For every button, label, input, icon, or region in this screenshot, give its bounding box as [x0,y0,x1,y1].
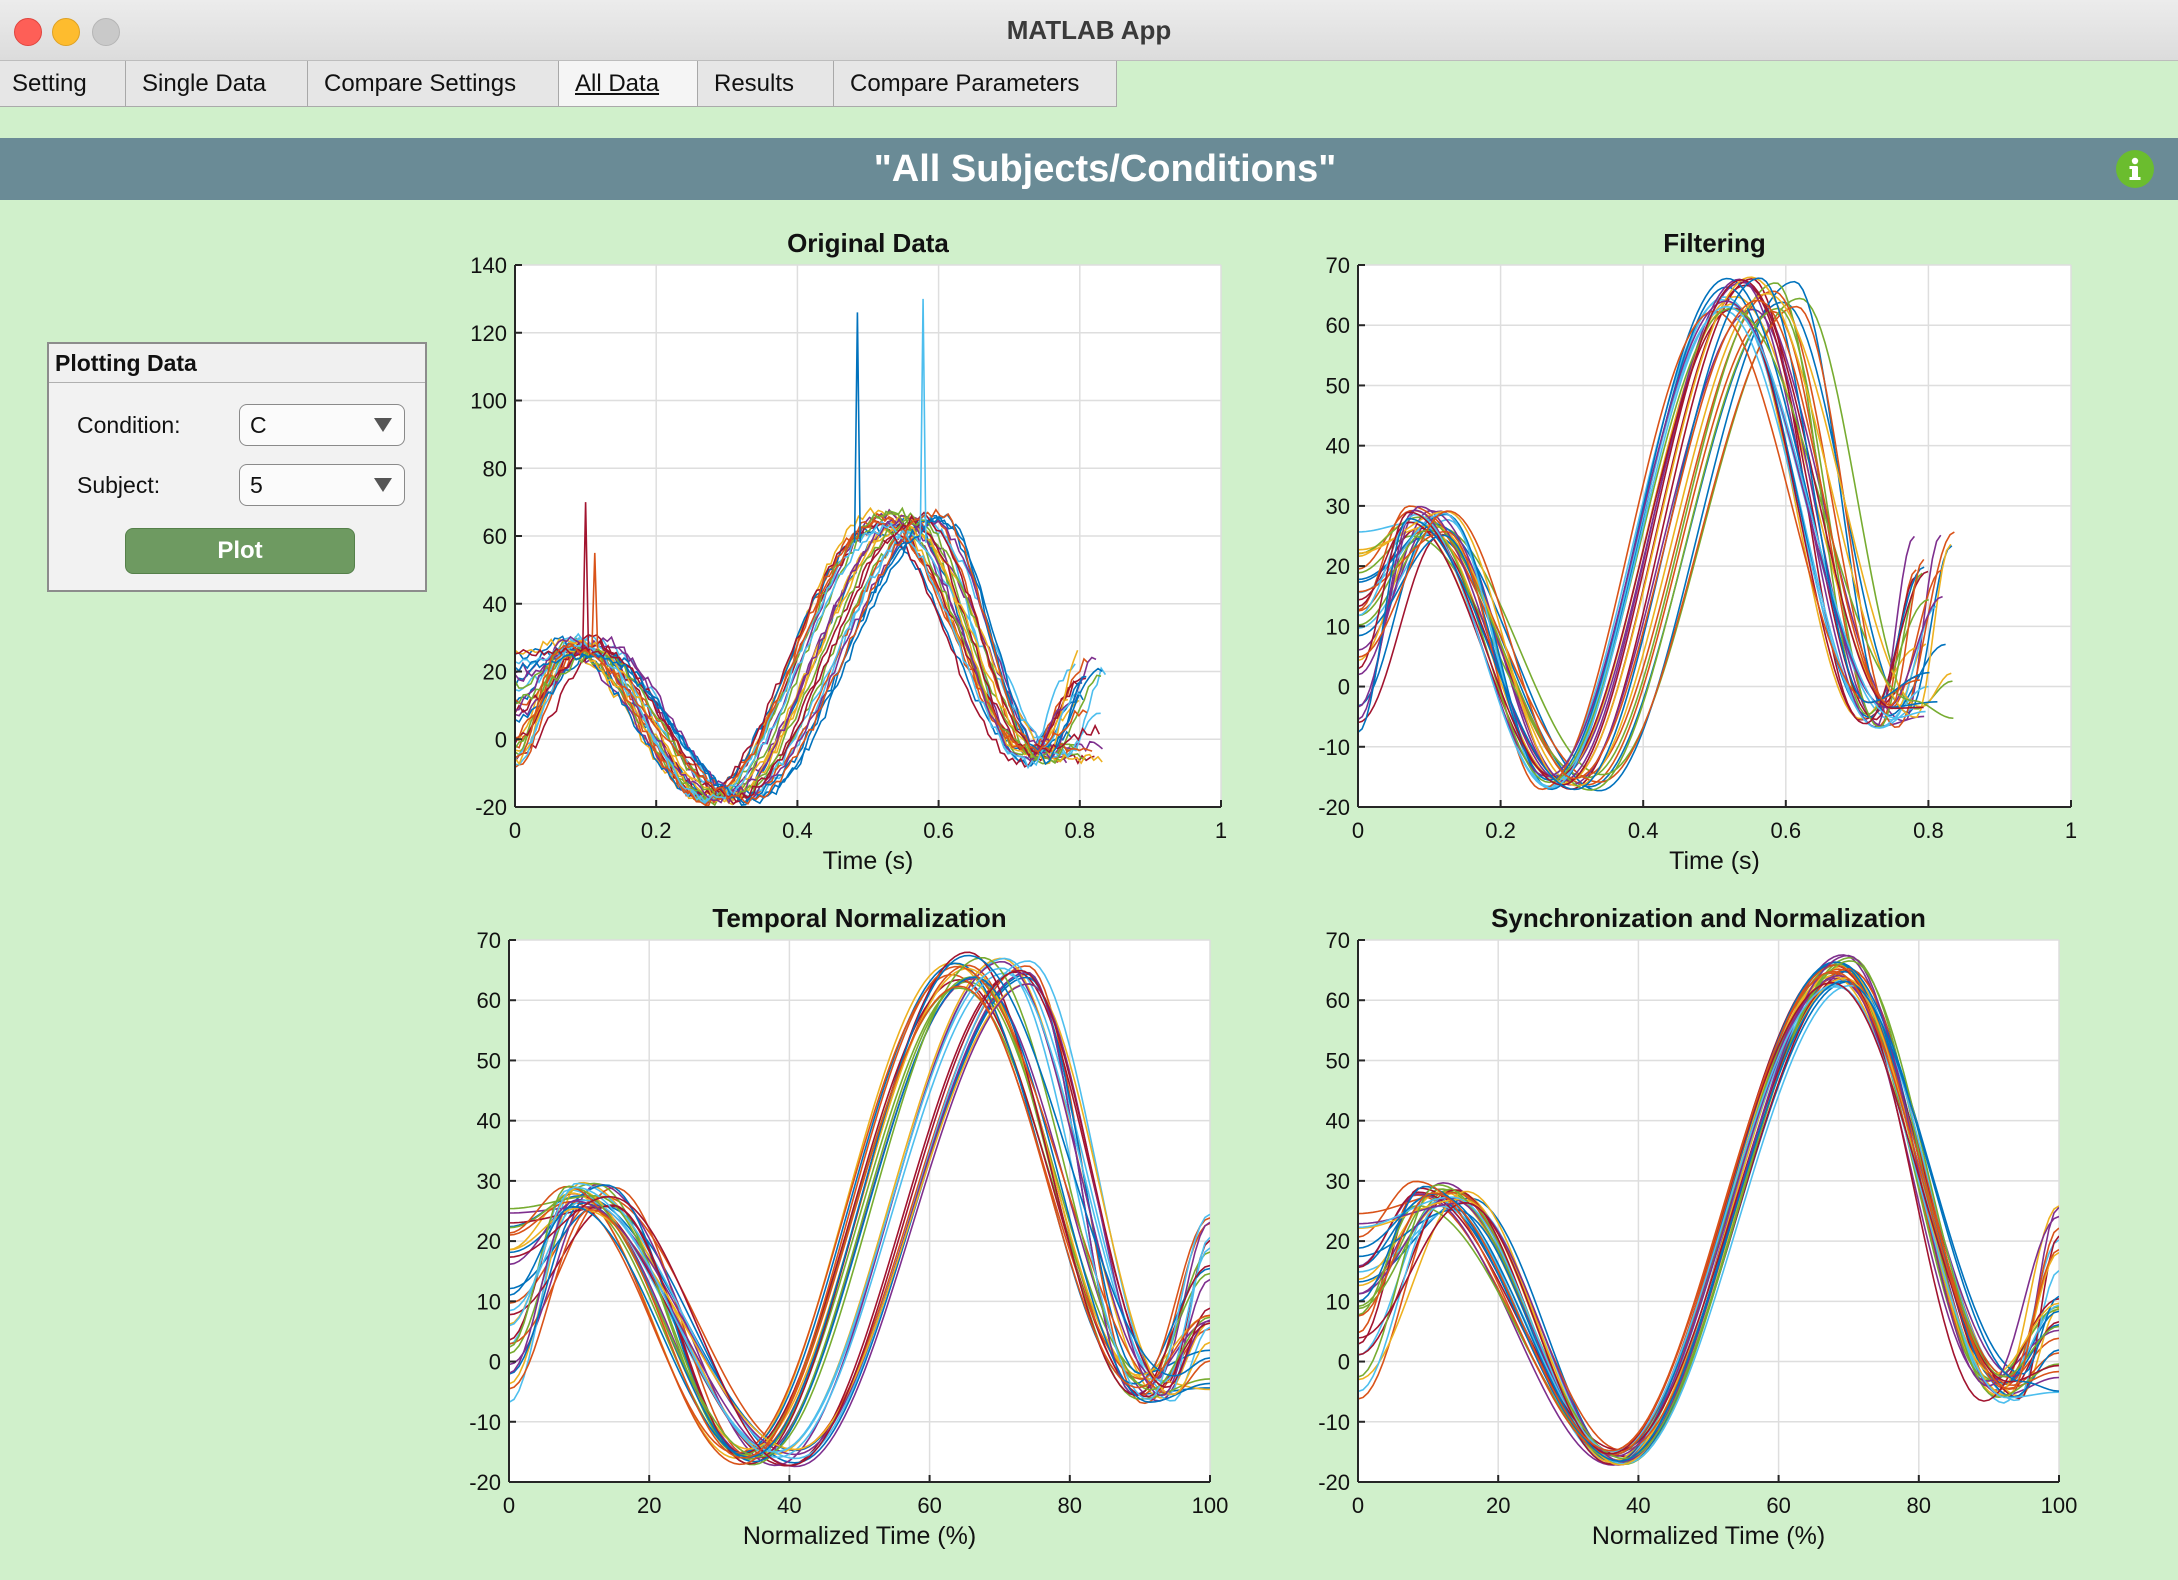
y-tick-label: 50 [1326,373,1350,398]
x-axis-label: Normalized Time (%) [743,1522,976,1550]
y-tick-label: 80 [483,456,507,481]
y-tick-label: 30 [477,1169,501,1194]
x-tick-label: 1 [1215,818,1227,843]
x-tick-label: 80 [1058,1493,1082,1518]
y-tick-label: 70 [477,928,501,953]
y-tick-label: 100 [470,389,507,414]
y-tick-label: 20 [477,1229,501,1254]
y-tick-label: 70 [1326,928,1350,953]
x-tick-label: 0 [509,818,521,843]
y-tick-label: 20 [483,660,507,685]
y-tick-label: -10 [1318,1410,1350,1435]
y-tick-label: 0 [489,1350,501,1375]
x-tick-label: 80 [1907,1493,1931,1518]
chart-2: 0 0.2 0.4 0.6 0.8 1 -20 -10 0 10 20 30 40 50 60 70 Filte… [1318,228,2077,875]
x-tick-label: 100 [1192,1493,1229,1518]
y-tick-label: 70 [1326,253,1350,278]
x-tick-label: 20 [637,1493,661,1518]
x-tick-label: 40 [777,1493,801,1518]
x-tick-label: 0.8 [1065,818,1096,843]
x-tick-label: 0.2 [1485,818,1516,843]
x-axis-label: Time (s) [823,847,914,875]
x-tick-label: 1 [2065,818,2077,843]
x-axis-label: Time (s) [1669,847,1760,875]
x-tick-label: 0 [1352,1493,1364,1518]
x-tick-label: 0.8 [1913,818,1944,843]
x-tick-label: 0.6 [923,818,954,843]
x-tick-label: 100 [2041,1493,2078,1518]
x-tick-label: 0.4 [782,818,813,843]
y-tick-label: 50 [477,1048,501,1073]
y-tick-label: 10 [1326,1289,1350,1314]
y-tick-label: 0 [495,727,507,752]
y-tick-label: 0 [1338,1350,1350,1375]
chart-1: 0 0.2 0.4 0.6 0.8 1-20020406080100120140Origi… [470,228,1227,875]
x-tick-label: 0.2 [641,818,672,843]
chart-title: Synchronization and Normalization [1491,903,1926,933]
x-tick-label: 0 [1352,818,1364,843]
x-axis-label: Normalized Time (%) [1592,1522,1825,1550]
y-tick-label: 60 [483,524,507,549]
y-tick-label: 20 [1326,554,1350,579]
y-tick-label: 10 [1326,614,1350,639]
x-tick-label: 40 [1626,1493,1650,1518]
y-tick-label: 60 [1326,313,1350,338]
y-tick-label: 60 [1326,988,1350,1013]
y-tick-label: -20 [475,795,507,820]
y-tick-label: -20 [1318,1470,1350,1495]
x-tick-label: 60 [1766,1493,1790,1518]
y-tick-label: 40 [1326,1109,1350,1134]
y-tick-label: -20 [1318,795,1350,820]
x-tick-label: 0.6 [1771,818,1802,843]
y-tick-label: 40 [483,592,507,617]
chart-3: 0 20 40 60 80 100 -20 -10 0 10 20 30 40 50 60 70 Tempora… [469,903,1228,1550]
x-tick-label: 20 [1486,1493,1510,1518]
y-tick-label: 50 [1326,1048,1350,1073]
chart-title: Filtering [1663,228,1766,258]
charts-area: 0 0.2 0.4 0.6 0.8 1-20020406080100120140Origi… [469,228,2077,1550]
y-tick-label: 40 [477,1109,501,1134]
chart-title: Original Data [787,228,949,258]
x-tick-label: 0 [503,1493,515,1518]
y-tick-label: 120 [470,321,507,346]
y-tick-label: 30 [1326,494,1350,519]
y-tick-label: 0 [1338,675,1350,700]
y-tick-label: 30 [1326,1169,1350,1194]
x-tick-label: 60 [917,1493,941,1518]
chart-4: 0 20 40 60 80 100 -20 -10 0 10 20 30 40 50 60 70 Synchro… [1318,903,2077,1550]
y-tick-label: 60 [477,988,501,1013]
y-tick-label: -10 [469,1410,501,1435]
y-tick-label: 20 [1326,1229,1350,1254]
y-tick-label: -10 [1318,735,1350,760]
chart-title: Temporal Normalization [712,903,1006,933]
y-tick-label: 140 [470,253,507,278]
y-tick-label: -20 [469,1470,501,1495]
y-tick-label: 10 [477,1289,501,1314]
x-tick-label: 0.4 [1628,818,1659,843]
y-tick-label: 40 [1326,434,1350,459]
